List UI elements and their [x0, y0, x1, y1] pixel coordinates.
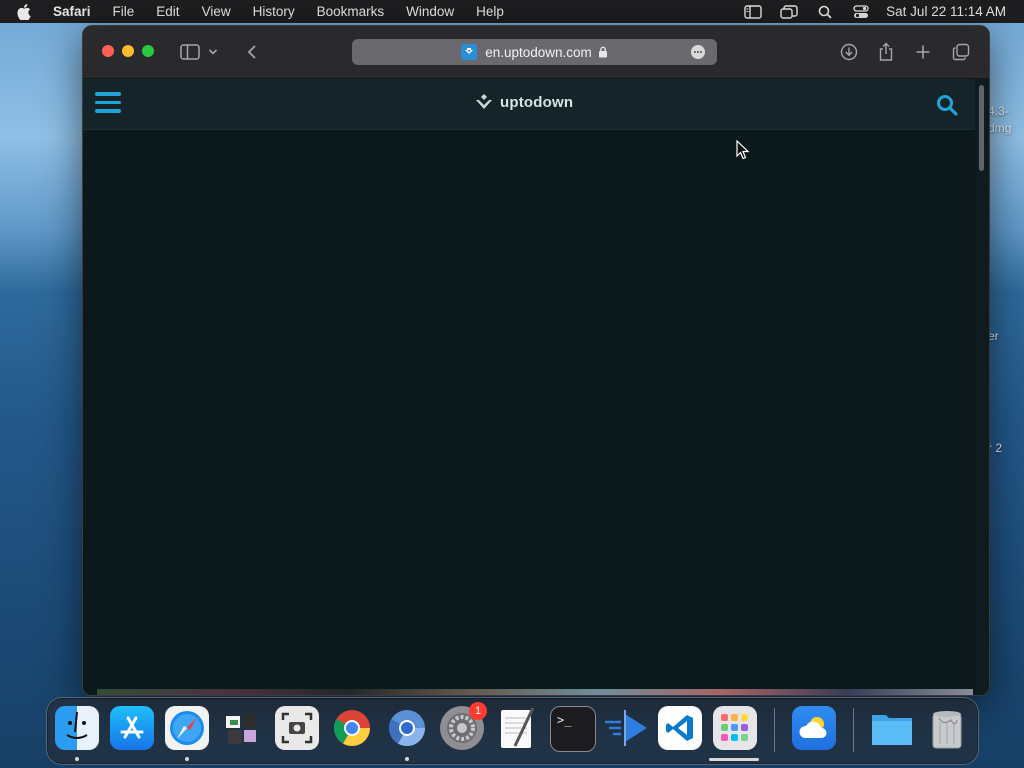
dock-separator: [774, 708, 775, 752]
menubar-clock[interactable]: Sat Jul 22 11:14 AM: [886, 4, 1006, 19]
safari-window: en.uptodown.com uptodown: [82, 25, 990, 696]
share-icon[interactable]: [875, 42, 897, 62]
finder-icon[interactable]: [55, 706, 99, 750]
spotlight-icon[interactable]: [816, 4, 834, 20]
menu-window[interactable]: Window: [406, 4, 454, 19]
dock-separator: [853, 708, 854, 752]
notification-badge: 1: [469, 702, 487, 720]
vscode-icon[interactable]: [658, 706, 702, 750]
menu-help[interactable]: Help: [476, 4, 504, 19]
hamburger-menu-icon[interactable]: [95, 92, 121, 114]
reading-list-icon[interactable]: [744, 4, 762, 20]
textedit-icon[interactable]: [495, 706, 539, 750]
desktop-file-label[interactable]: r 2: [988, 441, 1002, 455]
menu-history[interactable]: History: [253, 4, 295, 19]
trash-icon[interactable]: [925, 706, 969, 750]
back-icon[interactable]: [241, 42, 263, 62]
screen-mirror-icon[interactable]: [780, 4, 798, 20]
menu-view[interactable]: View: [202, 4, 231, 19]
chrome-icon[interactable]: [330, 706, 374, 750]
sidebar-icon[interactable]: [179, 42, 201, 62]
download-icon[interactable]: [838, 42, 860, 62]
page-content-preview-strip: [97, 689, 973, 695]
control-center-icon[interactable]: [852, 4, 870, 20]
page-content-area[interactable]: [83, 130, 975, 695]
site-favicon-icon: [461, 44, 478, 60]
launchpad-icon[interactable]: [713, 706, 757, 750]
scrollbar-thumb[interactable]: [979, 85, 984, 171]
safari-dock-icon[interactable]: [165, 706, 209, 750]
lock-icon: [598, 46, 608, 58]
preview-icon[interactable]: [220, 706, 264, 750]
site-header: uptodown: [83, 79, 975, 130]
dock-scroll-indicator: [709, 758, 759, 761]
logo-text: uptodown: [500, 93, 574, 111]
menu-bookmarks[interactable]: Bookmarks: [317, 4, 385, 19]
new-tab-icon[interactable]: [912, 42, 934, 62]
chromium-icon[interactable]: [385, 706, 429, 750]
uptodown-logo-icon: [474, 92, 494, 112]
page-menu-icon[interactable]: [691, 45, 705, 59]
url-text[interactable]: en.uptodown.com: [485, 45, 592, 60]
folder-icon[interactable]: [870, 706, 914, 750]
close-window-button[interactable]: [102, 45, 114, 57]
running-indicator: [75, 757, 79, 761]
desktop-file-label[interactable]: 4.3-: [988, 104, 1009, 118]
running-indicator: [185, 757, 189, 761]
menu-edit[interactable]: Edit: [156, 4, 179, 19]
apple-menu-icon[interactable]: [17, 3, 37, 20]
vertical-scrollbar[interactable]: [975, 79, 989, 695]
menu-bar: Safari File Edit View History Bookmarks …: [0, 0, 1024, 23]
mouse-cursor-icon: [736, 139, 750, 160]
terminal-icon[interactable]: >_: [550, 706, 596, 752]
menu-app-name[interactable]: Safari: [53, 4, 91, 19]
menu-file[interactable]: File: [113, 4, 135, 19]
address-bar[interactable]: en.uptodown.com: [352, 39, 717, 65]
tab-overview-icon[interactable]: [950, 42, 972, 62]
screenshot-icon[interactable]: [275, 706, 319, 750]
site-logo[interactable]: uptodown: [474, 92, 573, 112]
chevron-down-icon[interactable]: [207, 42, 219, 62]
dock: 1 >_: [46, 697, 979, 765]
zoom-window-button[interactable]: [142, 45, 154, 57]
browser-toolbar: en.uptodown.com: [83, 26, 989, 79]
instruments-icon[interactable]: [603, 706, 647, 750]
running-indicator: [405, 757, 409, 761]
app-store-icon[interactable]: [110, 706, 154, 750]
weather-icon[interactable]: [792, 706, 836, 750]
minimize-window-button[interactable]: [122, 45, 134, 57]
search-icon[interactable]: [935, 93, 959, 117]
desktop-file-label[interactable]: dmg: [988, 121, 1011, 135]
